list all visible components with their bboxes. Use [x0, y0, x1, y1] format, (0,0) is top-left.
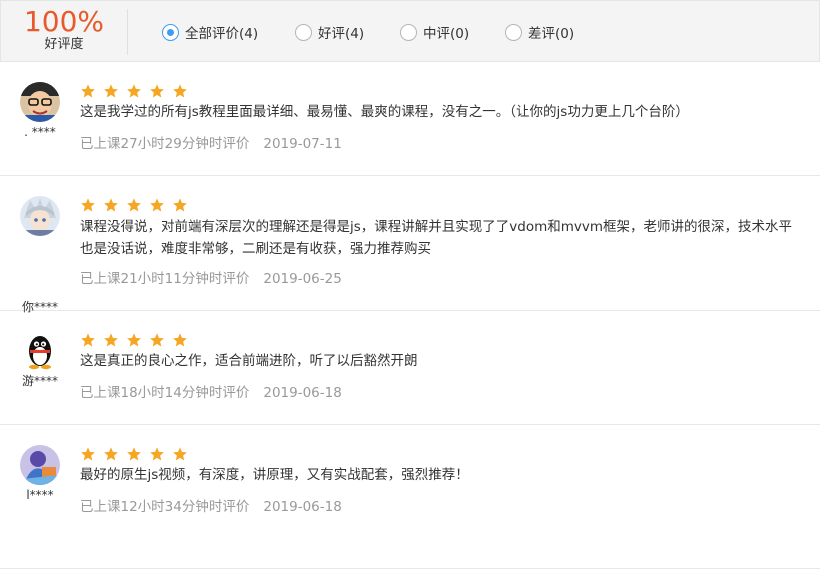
star-rating [80, 332, 195, 348]
filter-neutral-label: 中评(0) [423, 26, 470, 42]
star-icon [172, 332, 188, 348]
anime-character-avatar-icon [20, 196, 60, 236]
review-item: 游**** 这是真正的良心之作，适合前端进阶，听了以后豁然开朗 已上课18小时1… [0, 311, 820, 425]
review-text: 最好的原生js视频，有深度，讲原理，又有实战配套，强烈推荐！ [80, 467, 469, 483]
positive-rate: 100% [23, 5, 105, 38]
filter-neutral[interactable]: 中评(0) [400, 22, 469, 42]
review-meta: 已上课21小时11分钟时评价 2019-06-25 [80, 270, 342, 288]
star-icon [103, 332, 119, 348]
star-icon [126, 446, 142, 462]
star-icon [126, 83, 142, 99]
star-icon [80, 83, 96, 99]
star-icon [80, 332, 96, 348]
star-icon [103, 83, 119, 99]
review-meta: 已上课18小时14分钟时评价 2019-06-18 [80, 384, 342, 402]
penguin-avatar-icon [20, 331, 60, 371]
star-rating [80, 197, 195, 213]
star-icon [149, 332, 165, 348]
radio-icon[interactable] [505, 23, 522, 41]
study-time: 已上课21小时11分钟时评价 [80, 271, 250, 287]
filter-all-label: 全部评价(4) [185, 26, 259, 42]
star-icon [126, 332, 142, 348]
username: . **** [24, 125, 56, 139]
review-item: . **** 这是我学过的所有js教程里面最详细、最易懂、最爽的课程，没有之一。… [0, 62, 820, 176]
filter-negative-label: 差评(0) [528, 26, 575, 42]
study-time: 已上课27小时29分钟时评价 [80, 136, 250, 152]
star-icon [149, 83, 165, 99]
review-date: 2019-06-25 [263, 271, 342, 287]
star-icon [126, 197, 142, 213]
avatar[interactable] [20, 445, 60, 485]
cartoon-face-avatar-icon [20, 82, 60, 122]
study-time: 已上课12小时34分钟时评价 [80, 499, 250, 515]
star-icon [149, 446, 165, 462]
review-date: 2019-07-11 [263, 136, 342, 152]
star-icon [172, 446, 188, 462]
avatar[interactable] [20, 196, 60, 236]
filter-negative[interactable]: 差评(0) [505, 22, 574, 42]
study-time: 已上课18小时14分钟时评价 [80, 385, 250, 401]
filter-all[interactable]: 全部评价(4) [162, 22, 258, 42]
review-item: l**** 最好的原生js视频，有深度，讲原理，又有实战配套，强烈推荐！ 已上课… [0, 425, 820, 569]
illustration-avatar-icon [20, 445, 60, 485]
review-text: 这是真正的良心之作，适合前端进阶，听了以后豁然开朗 [80, 353, 418, 369]
username: l**** [26, 488, 54, 502]
review-meta: 已上课12小时34分钟时评价 2019-06-18 [80, 498, 342, 516]
star-icon [80, 446, 96, 462]
star-icon [149, 197, 165, 213]
rating-summary: 100% 好评度 [1, 1, 127, 63]
review-meta: 已上课27小时29分钟时评价 2019-07-11 [80, 135, 342, 153]
divider [127, 9, 128, 55]
star-icon [172, 83, 188, 99]
avatar[interactable] [20, 331, 60, 371]
star-icon [172, 197, 188, 213]
review-item: 你**** 课程没得说，对前端有深层次的理解还是得是js，课程讲解并且实现了了v… [0, 176, 820, 314]
avatar[interactable] [20, 82, 60, 122]
positive-rate-label: 好评度 [44, 37, 84, 52]
star-icon [80, 197, 96, 213]
radio-checked-icon[interactable] [162, 23, 179, 41]
filter-positive-label: 好评(4) [318, 26, 365, 42]
star-rating [80, 83, 195, 99]
star-rating [80, 446, 195, 462]
review-text: 课程没得说，对前端有深层次的理解还是得是js，课程讲解并且实现了了vdom和mv… [80, 219, 793, 257]
review-date: 2019-06-18 [263, 385, 342, 401]
radio-icon[interactable] [295, 23, 312, 41]
review-text: 这是我学过的所有js教程里面最详细、最易懂、最爽的课程，没有之一。（让你的js功… [80, 104, 689, 120]
filter-positive[interactable]: 好评(4) [295, 22, 364, 42]
review-date: 2019-06-18 [263, 499, 342, 515]
review-filter-bar: 100% 好评度 全部评价(4) 好评(4) 中评(0) 差评(0) [0, 0, 820, 62]
radio-icon[interactable] [400, 23, 417, 41]
star-icon [103, 197, 119, 213]
username: 游**** [21, 374, 58, 388]
star-icon [103, 446, 119, 462]
